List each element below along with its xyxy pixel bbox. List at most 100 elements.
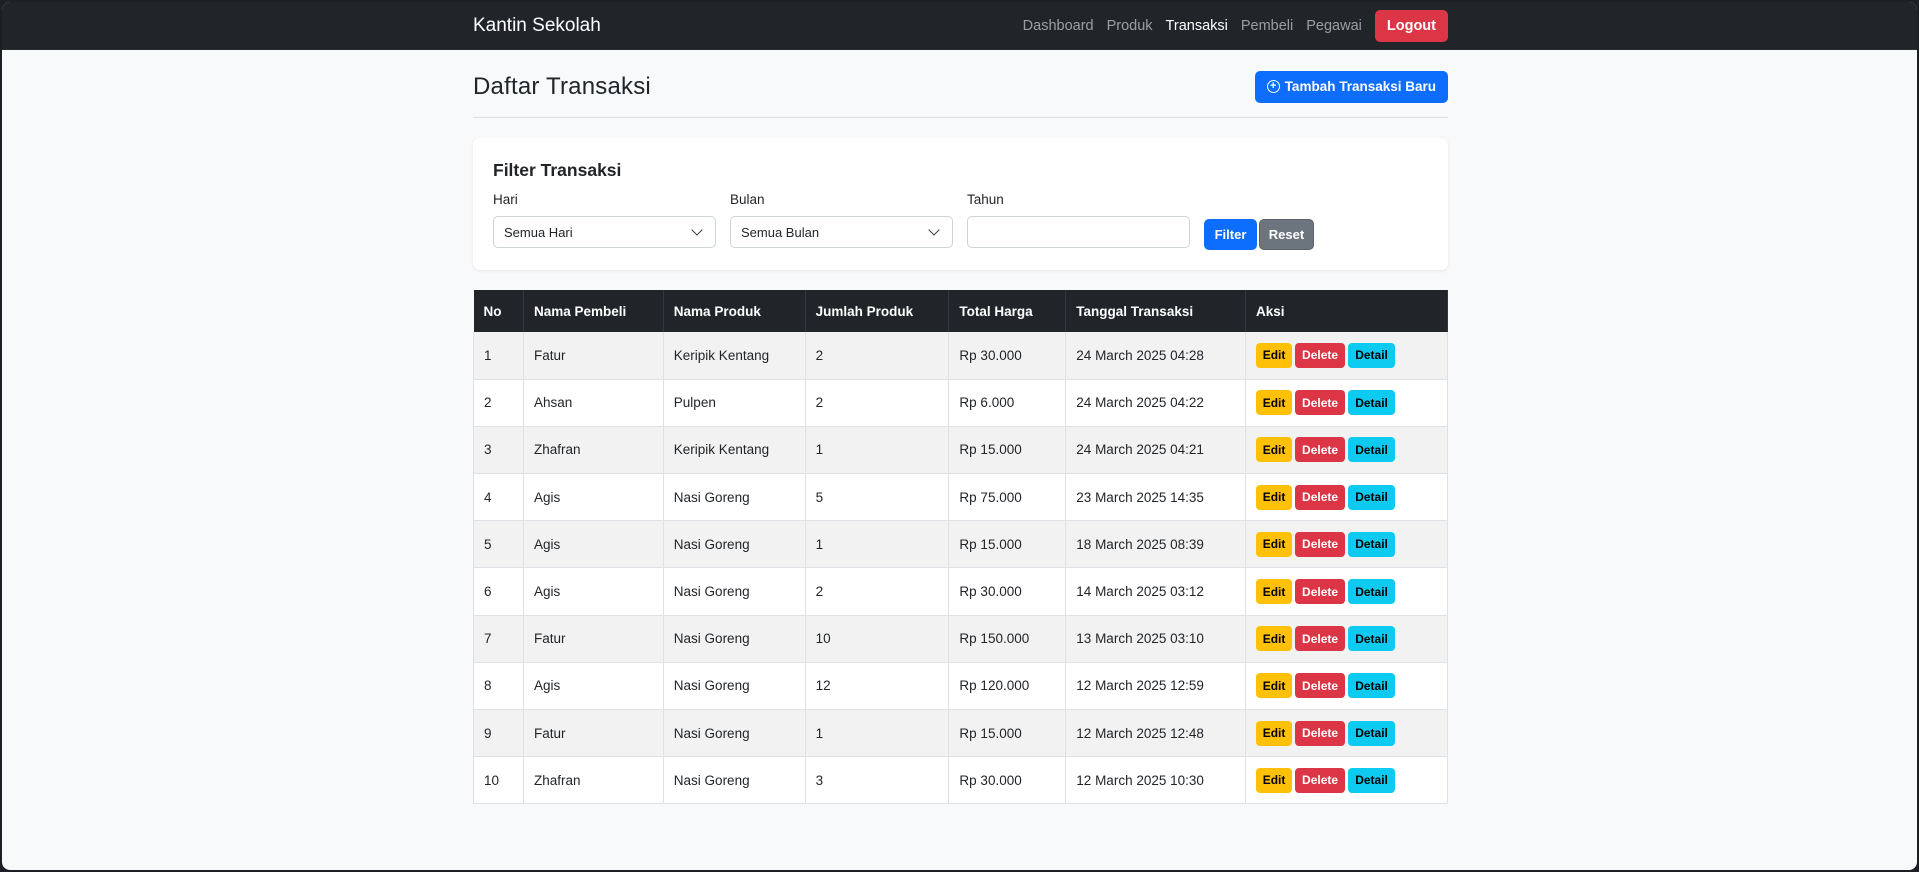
detail-button[interactable]: Detail bbox=[1348, 342, 1396, 368]
table-row: 8 Agis Nasi Goreng 12 Rp 120.000 12 March 202… bbox=[473, 662, 1448, 711]
table-cell: Nasi Goreng bbox=[662, 473, 806, 522]
column-header: Tanggal Transaksi bbox=[1065, 290, 1247, 332]
edit-button[interactable]: Edit bbox=[1256, 673, 1293, 699]
detail-button[interactable]: Detail bbox=[1348, 673, 1396, 699]
browser-viewport: Kantin Sekolah Dashboard Produk Transaks… bbox=[2, 2, 1917, 870]
nav-link-produk[interactable]: Produk bbox=[1107, 18, 1153, 34]
table-cell: 14 March 2025 03:12 bbox=[1065, 567, 1247, 616]
detail-button[interactable]: Detail bbox=[1348, 484, 1396, 510]
table-cell: 5 bbox=[804, 473, 950, 522]
delete-button[interactable]: Delete bbox=[1295, 767, 1346, 793]
detail-button[interactable]: Detail bbox=[1348, 767, 1396, 793]
table-cell: Agis bbox=[522, 520, 664, 569]
table-row: 9 Fatur Nasi Goreng 1 Rp 15.000 12 March 2025… bbox=[473, 709, 1448, 758]
edit-button[interactable]: Edit bbox=[1256, 342, 1293, 368]
table-row: 3 Zhafran Keripik Kentang 1 Rp 15.000 24 Marc… bbox=[473, 426, 1448, 475]
table-row: 1 Fatur Keripik Kentang 2 Rp 30.000 24 March … bbox=[473, 332, 1448, 380]
detail-button[interactable]: Detail bbox=[1348, 437, 1396, 463]
table-cell: Keripik Kentang bbox=[662, 332, 806, 380]
table-cell: Nasi Goreng bbox=[662, 615, 806, 663]
filter-buttons: Filter Reset bbox=[1204, 219, 1314, 250]
table-cell: Zhafran bbox=[522, 426, 664, 475]
table-body: 1 Fatur Keripik Kentang 2 Rp 30.000 24 March … bbox=[473, 332, 1448, 805]
table-cell: Zhafran bbox=[522, 756, 664, 805]
table-cell: 8 bbox=[473, 662, 524, 711]
nav-link-pembeli[interactable]: Pembeli bbox=[1241, 18, 1293, 34]
reset-button[interactable]: Reset bbox=[1259, 219, 1314, 250]
logout-button[interactable]: Logout bbox=[1374, 10, 1448, 42]
detail-button[interactable]: Detail bbox=[1348, 579, 1396, 605]
table-cell: Fatur bbox=[522, 615, 664, 663]
plus-circle-icon: + bbox=[1266, 80, 1280, 93]
row-actions: Edit Delete Detail bbox=[1256, 767, 1437, 793]
filter-card: Filter Transaksi Hari Semua Hari Bulan S… bbox=[473, 138, 1448, 270]
delete-button[interactable]: Delete bbox=[1295, 484, 1346, 510]
edit-button[interactable]: Edit bbox=[1256, 531, 1293, 557]
detail-button[interactable]: Detail bbox=[1348, 390, 1396, 416]
action-cell: Edit Delete Detail bbox=[1245, 662, 1448, 711]
table-cell: 5 bbox=[473, 520, 524, 569]
edit-button[interactable]: Edit bbox=[1256, 767, 1293, 793]
table-cell: Rp 120.000 bbox=[948, 662, 1067, 711]
nav-link-dashboard[interactable]: Dashboard bbox=[1023, 18, 1094, 34]
nav-link-transaksi[interactable]: Transaksi bbox=[1166, 18, 1228, 34]
detail-button[interactable]: Detail bbox=[1348, 626, 1396, 652]
nav-link-pegawai[interactable]: Pegawai bbox=[1306, 18, 1362, 34]
year-filter-group: Tahun bbox=[967, 192, 1204, 248]
edit-button[interactable]: Edit bbox=[1256, 626, 1293, 652]
table-cell: 2 bbox=[473, 379, 524, 427]
filter-button[interactable]: Filter bbox=[1204, 219, 1257, 250]
table-cell: 12 March 2025 10:30 bbox=[1065, 756, 1247, 805]
day-select-value: Semua Hari bbox=[504, 224, 573, 240]
brand-logo[interactable]: Kantin Sekolah bbox=[473, 15, 601, 37]
table-cell: 1 bbox=[804, 520, 950, 569]
page-title: Daftar Transaksi bbox=[473, 72, 651, 100]
delete-button[interactable]: Delete bbox=[1295, 673, 1346, 699]
table-cell: 23 March 2025 14:35 bbox=[1065, 473, 1247, 522]
year-input[interactable] bbox=[967, 216, 1190, 248]
table-row: 2 Ahsan Pulpen 2 Rp 6.000 24 March 2025 04:22… bbox=[473, 379, 1448, 427]
edit-button[interactable]: Edit bbox=[1256, 484, 1293, 510]
add-transaction-button[interactable]: + Tambah Transaksi Baru bbox=[1254, 70, 1448, 103]
month-select[interactable]: Semua Bulan bbox=[730, 216, 953, 248]
column-header: Nama Produk bbox=[663, 290, 806, 332]
table-cell: 24 March 2025 04:22 bbox=[1065, 379, 1247, 427]
table-cell: Rp 15.000 bbox=[948, 520, 1067, 569]
transactions-table: No Nama Pembeli Nama Produk Jumlah Produk To… bbox=[473, 290, 1448, 805]
table-cell: Agis bbox=[522, 662, 664, 711]
delete-button[interactable]: Delete bbox=[1295, 626, 1346, 652]
table-row: 6 Agis Nasi Goreng 2 Rp 30.000 14 March 2025 … bbox=[473, 567, 1448, 616]
delete-button[interactable]: Delete bbox=[1295, 579, 1346, 605]
table-row: 10 Zhafran Nasi Goreng 3 Rp 30.000 12 March 2… bbox=[473, 756, 1448, 805]
delete-button[interactable]: Delete bbox=[1295, 531, 1346, 557]
day-select[interactable]: Semua Hari bbox=[493, 216, 716, 248]
table-cell: 2 bbox=[804, 379, 950, 427]
table-cell: Rp 15.000 bbox=[948, 709, 1067, 758]
table-row: 4 Agis Nasi Goreng 5 Rp 75.000 23 March 2025 … bbox=[473, 473, 1448, 522]
edit-button[interactable]: Edit bbox=[1256, 390, 1293, 416]
chevron-down-icon bbox=[691, 224, 703, 236]
table-cell: Rp 75.000 bbox=[948, 473, 1067, 522]
column-header: Jumlah Produk bbox=[805, 290, 950, 332]
action-cell: Edit Delete Detail bbox=[1245, 520, 1448, 569]
delete-button[interactable]: Delete bbox=[1295, 342, 1346, 368]
row-actions: Edit Delete Detail bbox=[1256, 531, 1437, 557]
table-cell: Rp 30.000 bbox=[948, 567, 1067, 616]
table-cell: 7 bbox=[473, 615, 524, 663]
table-cell: Keripik Kentang bbox=[662, 426, 806, 475]
table-cell: 1 bbox=[804, 709, 950, 758]
column-header: Aksi bbox=[1245, 290, 1448, 332]
edit-button[interactable]: Edit bbox=[1256, 720, 1293, 746]
edit-button[interactable]: Edit bbox=[1256, 437, 1293, 463]
table-cell: 24 March 2025 04:28 bbox=[1065, 332, 1247, 380]
edit-button[interactable]: Edit bbox=[1256, 579, 1293, 605]
action-cell: Edit Delete Detail bbox=[1245, 473, 1448, 522]
table-cell: Agis bbox=[522, 567, 664, 616]
delete-button[interactable]: Delete bbox=[1295, 437, 1346, 463]
delete-button[interactable]: Delete bbox=[1295, 390, 1346, 416]
row-actions: Edit Delete Detail bbox=[1256, 626, 1437, 652]
delete-button[interactable]: Delete bbox=[1295, 720, 1346, 746]
detail-button[interactable]: Detail bbox=[1348, 720, 1396, 746]
month-filter-group: Bulan Semua Bulan bbox=[730, 192, 967, 248]
detail-button[interactable]: Detail bbox=[1348, 531, 1396, 557]
